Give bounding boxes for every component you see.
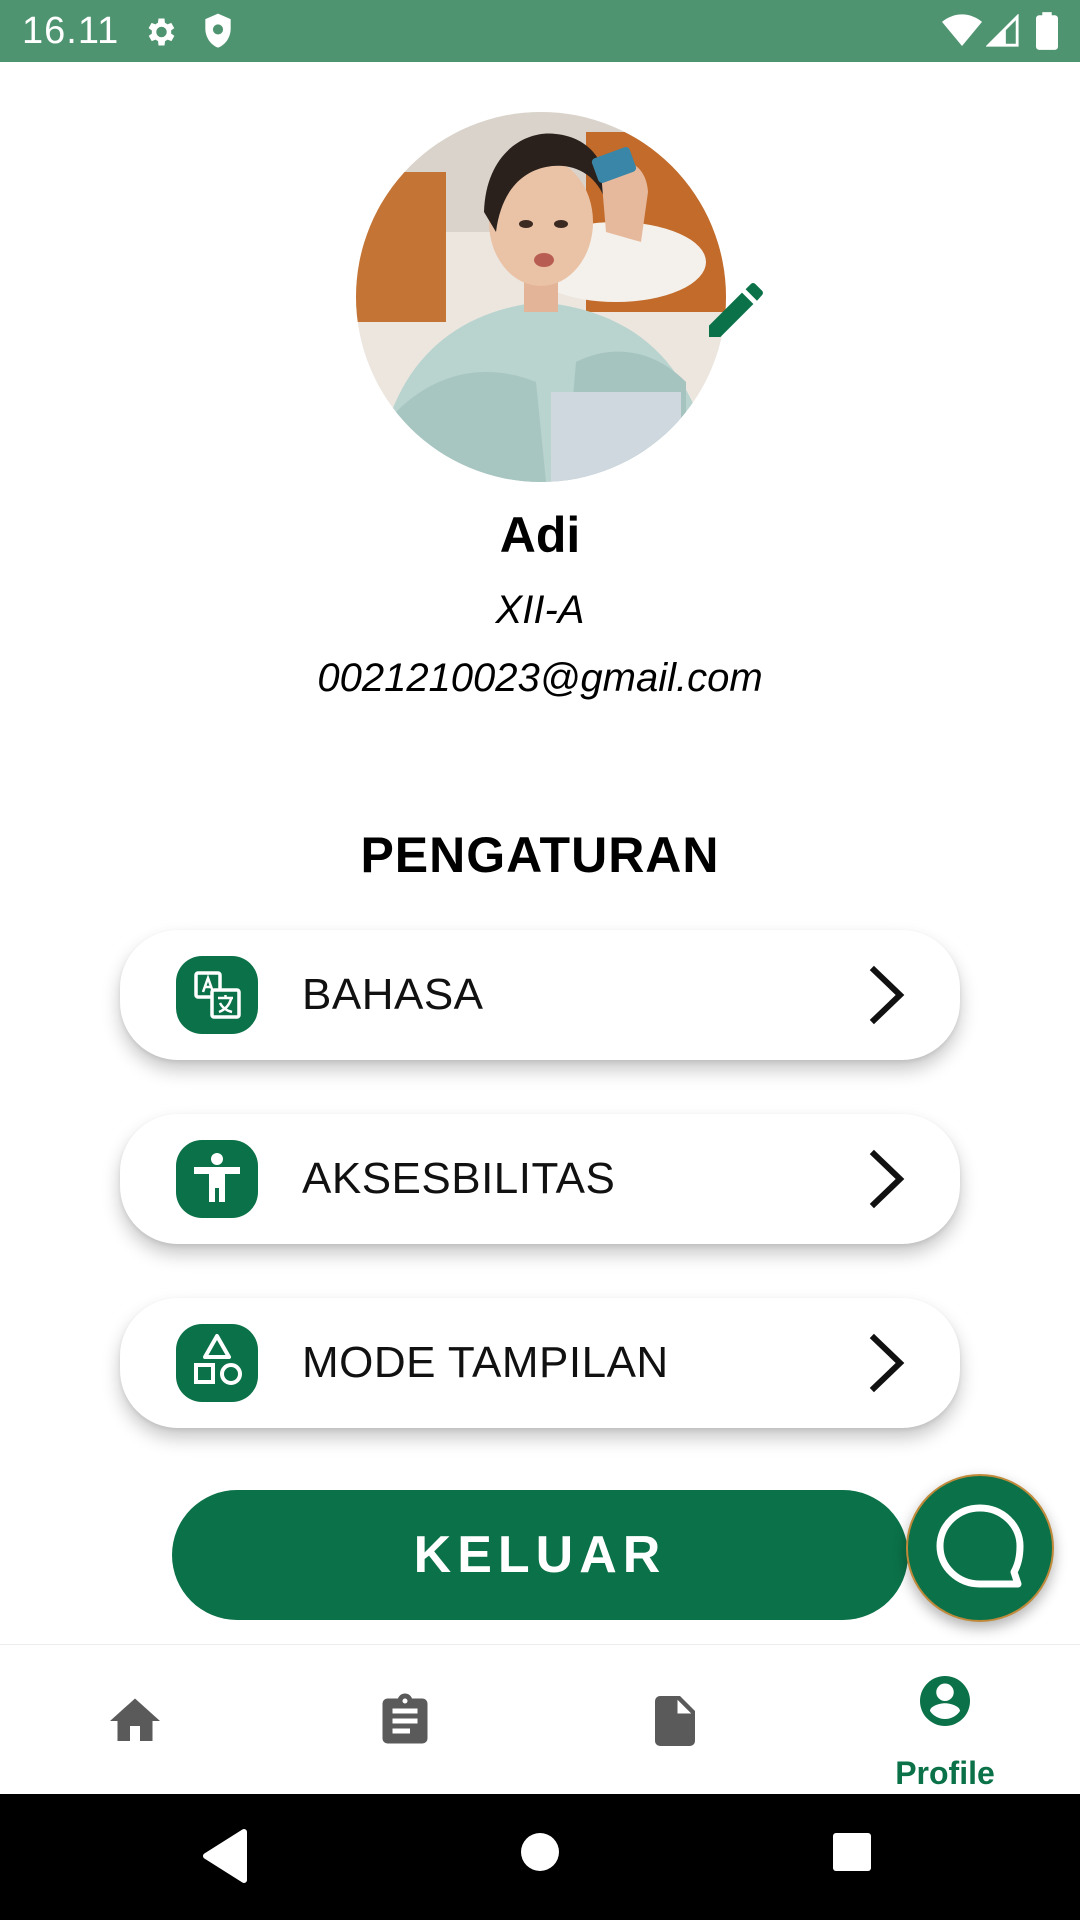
translate-icon bbox=[176, 956, 258, 1034]
nav-profile[interactable]: Profile bbox=[810, 1645, 1080, 1795]
profile-class: XII-A bbox=[495, 588, 585, 632]
nav-home[interactable] bbox=[0, 1645, 270, 1795]
settings-title: PENGATURAN bbox=[360, 827, 720, 883]
profile-email: 0021210023@gmail.com bbox=[317, 656, 763, 700]
back-icon[interactable] bbox=[200, 1828, 250, 1884]
signal-icon bbox=[986, 14, 1019, 47]
system-navigation-bar bbox=[0, 1794, 1080, 1920]
recent-apps-icon[interactable] bbox=[830, 1830, 874, 1874]
settings-item-label: BAHASA bbox=[302, 970, 484, 1019]
settings-item-label: MODE TAMPILAN bbox=[302, 1338, 669, 1387]
document-icon bbox=[655, 1696, 695, 1746]
avatar[interactable] bbox=[356, 112, 726, 482]
wifi-icon bbox=[942, 14, 982, 47]
battery-icon bbox=[1036, 12, 1058, 50]
settings-item-bahasa[interactable]: BAHASA bbox=[120, 930, 960, 1060]
clipboard-icon bbox=[382, 1693, 428, 1744]
profile-name: Adi bbox=[499, 507, 581, 563]
status-time: 16.11 bbox=[22, 10, 120, 52]
home-circle-icon[interactable] bbox=[518, 1830, 562, 1874]
chat-button[interactable] bbox=[906, 1474, 1054, 1622]
chevron-right-icon bbox=[869, 1149, 905, 1209]
bottom-navigation: Profile bbox=[0, 1644, 1080, 1794]
logout-button[interactable]: KELUAR bbox=[172, 1490, 908, 1620]
nav-label: Profile bbox=[895, 1755, 995, 1791]
chevron-right-icon bbox=[869, 1333, 905, 1393]
status-bar: 16.11 bbox=[0, 0, 1080, 62]
shield-icon bbox=[205, 13, 231, 48]
nav-tasks[interactable] bbox=[270, 1645, 540, 1795]
profile-photo bbox=[356, 112, 726, 482]
home-icon bbox=[110, 1698, 160, 1741]
chat-bubble-icon bbox=[936, 1504, 1024, 1588]
settings-item-mode-tampilan[interactable]: MODE TAMPILAN bbox=[120, 1298, 960, 1428]
edit-pencil-icon[interactable] bbox=[700, 274, 772, 346]
accessibility-icon bbox=[176, 1140, 258, 1218]
gear-icon bbox=[148, 18, 175, 46]
settings-item-label: AKSESBILITAS bbox=[302, 1154, 616, 1203]
account-icon bbox=[920, 1676, 970, 1726]
chevron-right-icon bbox=[869, 965, 905, 1025]
shapes-icon bbox=[176, 1324, 258, 1402]
nav-documents[interactable] bbox=[540, 1645, 810, 1795]
settings-item-aksesbilitas[interactable]: AKSESBILITAS bbox=[120, 1114, 960, 1244]
